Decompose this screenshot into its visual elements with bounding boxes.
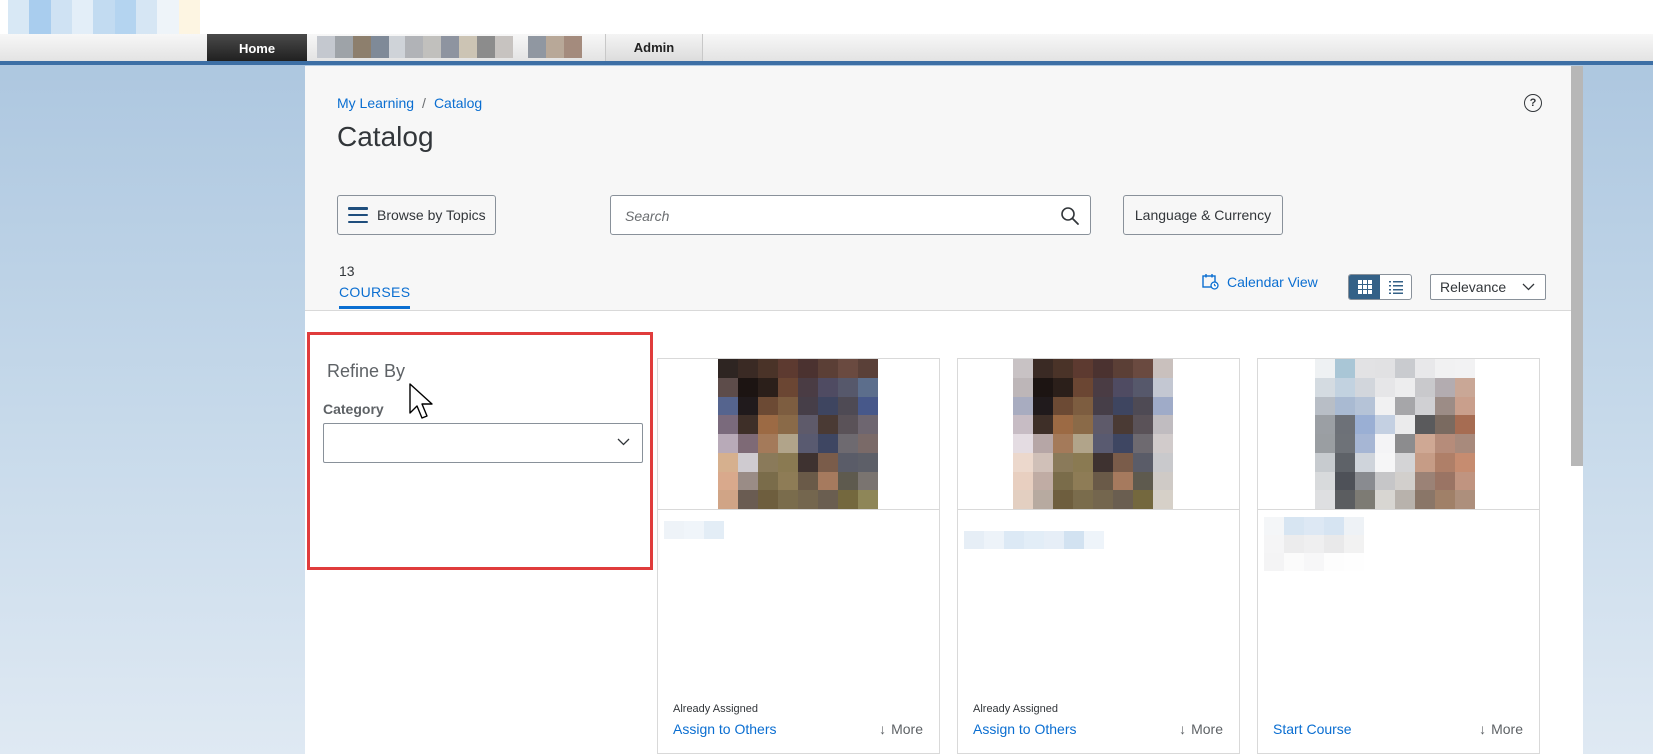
nav-underline (0, 61, 1653, 65)
course-title-redacted[interactable] (964, 531, 1104, 549)
grid-view-button[interactable] (1349, 275, 1380, 299)
course-card[interactable]: Already Assigned Assign to Others ↓ More (657, 358, 940, 754)
breadcrumb-my-learning[interactable]: My Learning (337, 95, 414, 111)
more-label: More (1191, 721, 1223, 737)
more-button[interactable]: ↓ More (1179, 721, 1223, 737)
course-status: Already Assigned (673, 703, 758, 715)
chevron-down-icon (1522, 283, 1535, 291)
nav-tab-admin[interactable]: Admin (605, 34, 703, 61)
scrollbar[interactable] (1571, 66, 1583, 466)
course-thumbnail[interactable] (958, 359, 1239, 510)
breadcrumb-catalog[interactable]: Catalog (434, 95, 482, 111)
browse-by-topics-button[interactable]: Browse by Topics (337, 195, 496, 235)
more-button[interactable]: ↓ More (1479, 721, 1523, 737)
list-icon (1388, 281, 1403, 294)
course-thumbnail[interactable] (658, 359, 939, 510)
breadcrumb: My Learning / Catalog (337, 95, 482, 111)
page-title: Catalog (337, 121, 434, 152)
refine-by-title: Refine By (327, 361, 406, 381)
course-title-redacted[interactable] (1264, 517, 1374, 571)
nav-tab-home[interactable]: Home (207, 34, 307, 62)
catalog-header: My Learning / Catalog ? Catalog Browse by … (305, 66, 1571, 311)
calendar-view-label: Calendar View (1227, 273, 1318, 290)
more-button[interactable]: ↓ More (879, 721, 923, 737)
calendar-icon (1202, 274, 1219, 290)
refine-by-panel: Refine By Category (307, 332, 653, 570)
view-mode-toggle (1348, 274, 1412, 300)
tab-courses[interactable]: COURSES (339, 284, 411, 309)
language-currency-button[interactable]: Language & Currency (1123, 195, 1283, 235)
search-icon[interactable] (1060, 206, 1080, 226)
more-label: More (1491, 721, 1523, 737)
search-box[interactable] (610, 195, 1091, 235)
catalog-panel: My Learning / Catalog ? Catalog Browse by … (305, 66, 1583, 754)
arrow-down-icon: ↓ (1179, 721, 1187, 737)
course-status: Already Assigned (973, 703, 1058, 715)
arrow-down-icon: ↓ (1479, 721, 1487, 737)
results-count: 13 (339, 263, 355, 279)
start-course-link[interactable]: Start Course (1273, 721, 1352, 737)
language-currency-label: Language & Currency (1134, 207, 1272, 223)
list-view-button[interactable] (1380, 275, 1411, 299)
course-card[interactable]: Already Assigned Assign to Others ↓ More (957, 358, 1240, 754)
sort-select-value: Relevance (1440, 279, 1507, 295)
more-label: More (891, 721, 923, 737)
nav-tab-redacted-1[interactable] (317, 36, 407, 58)
course-card[interactable]: Start Course ↓ More (1257, 358, 1540, 754)
chevron-down-icon (617, 438, 630, 446)
assign-to-others-link[interactable]: Assign to Others (973, 721, 1077, 737)
category-label: Category (323, 401, 384, 417)
mouse-cursor-icon (409, 383, 433, 419)
category-select[interactable] (323, 423, 643, 463)
help-icon[interactable]: ? (1524, 94, 1542, 112)
calendar-view-link[interactable]: Calendar View (1202, 273, 1318, 290)
arrow-down-icon: ↓ (879, 721, 887, 737)
grid-icon (1357, 280, 1372, 294)
sort-select[interactable]: Relevance (1430, 274, 1546, 300)
nav-tab-redacted-3[interactable] (528, 36, 582, 58)
assign-to-others-link[interactable]: Assign to Others (673, 721, 777, 737)
browse-by-topics-label: Browse by Topics (377, 207, 486, 223)
nav-tab-redacted-2[interactable] (405, 36, 513, 58)
course-thumbnail[interactable] (1258, 359, 1539, 510)
course-title-redacted[interactable] (664, 521, 724, 539)
search-input[interactable] (623, 205, 1047, 227)
breadcrumb-separator: / (422, 95, 426, 111)
company-logo (8, 0, 200, 34)
menu-icon (348, 207, 368, 223)
